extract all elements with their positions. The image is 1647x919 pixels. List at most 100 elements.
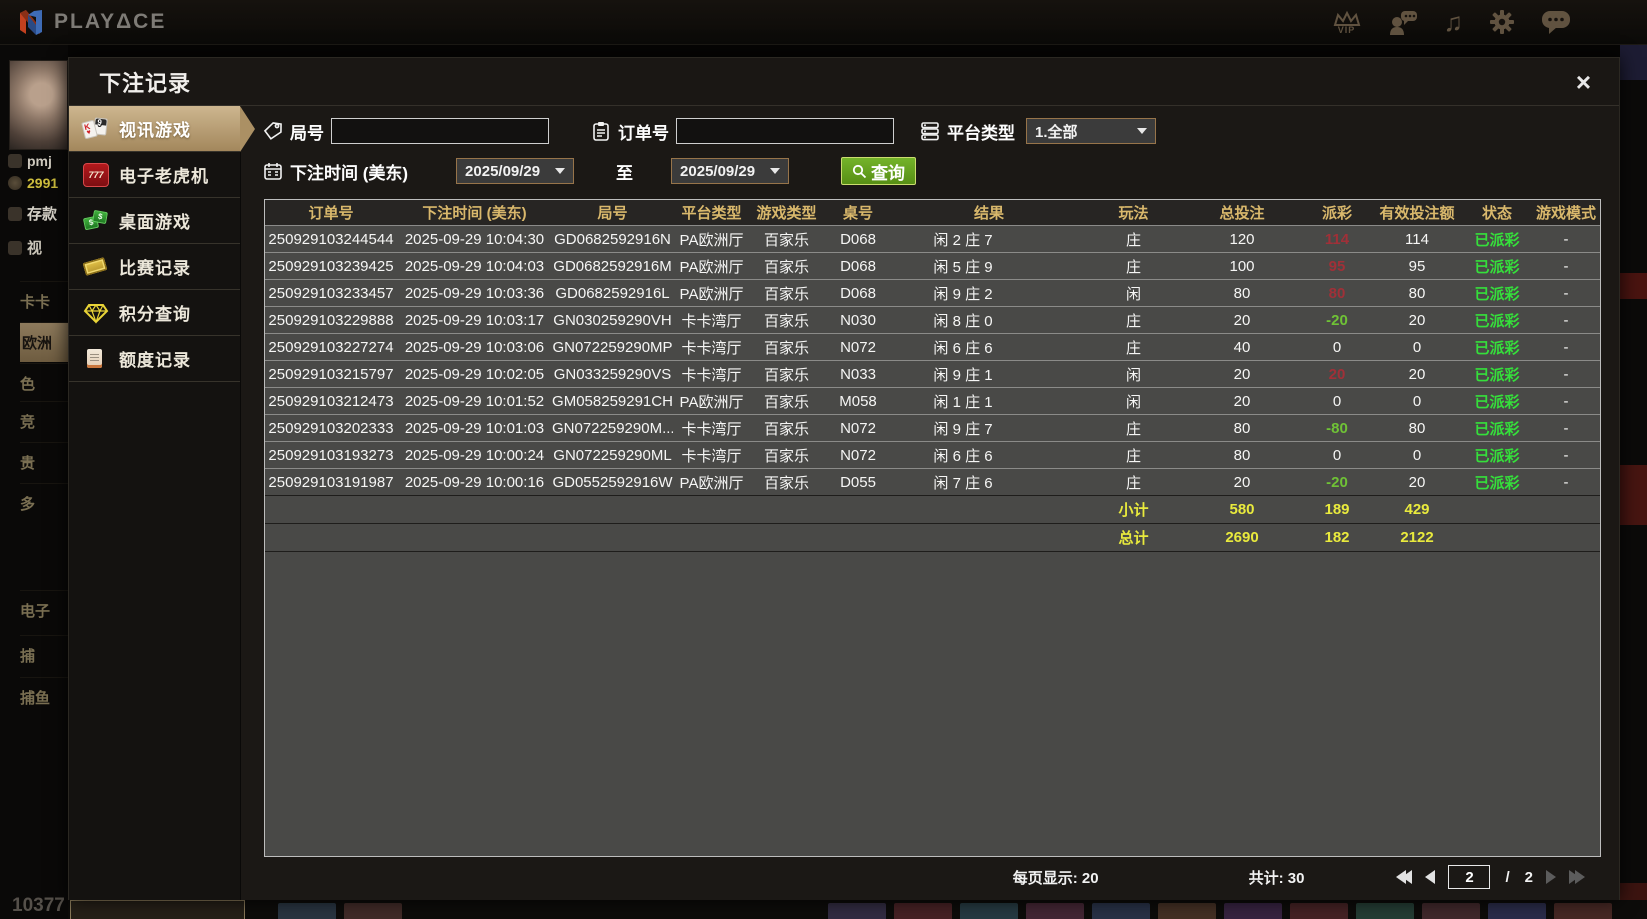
cell-order: 250929103229888 (265, 312, 397, 329)
sidebar-item-points-query[interactable]: 积分查询 (69, 290, 240, 336)
chat-bubble-icon[interactable] (1541, 9, 1571, 35)
chevron-down-icon (1137, 128, 1147, 134)
cell-order: 250929103202333 (265, 420, 397, 437)
cell-platform: 卡卡湾厅 (673, 364, 750, 385)
table-row[interactable]: 250929103233457 2025-09-29 10:03:36 GD06… (265, 279, 1600, 306)
cell-game-mode: - (1532, 366, 1600, 383)
current-page-input[interactable]: 2 (1448, 865, 1490, 889)
table-row[interactable]: 250929103191987 2025-09-29 10:00:16 GD05… (265, 468, 1600, 495)
subtotal-total-bet: 580 (1182, 501, 1302, 518)
prev-page-icon[interactable] (1425, 870, 1435, 884)
cell-payout: -20 (1302, 474, 1372, 491)
cell-game-type: 百家乐 (750, 391, 823, 412)
slot-777-icon (83, 163, 109, 187)
table-row[interactable]: 250929103229888 2025-09-29 10:03:17 GN03… (265, 306, 1600, 333)
cell-status: 已派彩 (1462, 229, 1532, 250)
col-platform: 平台类型 (673, 202, 750, 223)
cell-bet-type: 庄 (1085, 310, 1182, 331)
grand-total-row: 总计 2690 182 2122 (265, 523, 1600, 551)
close-icon[interactable]: × (1576, 69, 1591, 95)
table-row[interactable]: 250929103239425 2025-09-29 10:04:03 GD06… (265, 252, 1600, 279)
table-row[interactable]: 250929103193273 2025-09-29 10:00:24 GN07… (265, 441, 1600, 468)
round-input[interactable] (331, 118, 549, 144)
cell-table: M058 (823, 393, 893, 410)
cell-payout: 20 (1302, 366, 1372, 383)
cell-total-bet: 40 (1182, 339, 1302, 356)
total-total-bet: 2690 (1182, 529, 1302, 546)
order-input[interactable] (676, 118, 894, 144)
table-row[interactable]: 250929103212473 2025-09-29 10:01:52 GM05… (265, 387, 1600, 414)
brand-name: PLAYΔCE (54, 10, 166, 34)
table-row[interactable]: 250929103215797 2025-09-29 10:02:05 GN03… (265, 360, 1600, 387)
vip-icon[interactable]: VIP (1332, 10, 1362, 35)
video-label: 视 (27, 237, 42, 258)
cell-platform: 卡卡湾厅 (673, 418, 750, 439)
brand-logo[interactable]: PLAYΔCE (16, 7, 166, 37)
settings-gear-icon[interactable] (1489, 9, 1515, 35)
filters: 局号 订单号 (263, 112, 1599, 190)
lobby-nav-fish1: 捕 (20, 635, 68, 675)
first-page-icon[interactable] (1396, 870, 1412, 884)
table-empty-area (265, 551, 1600, 856)
cell-payout: -20 (1302, 312, 1372, 329)
cell-bet-type: 闲 (1085, 364, 1182, 385)
col-game-type: 游戏类型 (750, 202, 823, 223)
platform-select[interactable]: 1.全部 (1026, 118, 1156, 144)
table-row[interactable]: 250929103227274 2025-09-29 10:03:06 GN07… (265, 333, 1600, 360)
search-icon (852, 164, 867, 179)
sidebar-item-video-games[interactable]: 9 视讯游戏 (69, 106, 240, 152)
support-chat-icon[interactable] (1388, 9, 1418, 35)
cell-bet-type: 庄 (1085, 229, 1182, 250)
sidebar-item-table-games[interactable]: 桌面游戏 (69, 198, 240, 244)
round-label: 局号 (290, 119, 324, 144)
col-result: 结果 (893, 202, 1085, 223)
cell-payout: 95 (1302, 258, 1372, 275)
table-row[interactable]: 250929103202333 2025-09-29 10:01:03 GN07… (265, 414, 1600, 441)
modal-header: 下注记录 × (69, 58, 1619, 106)
date-from-select[interactable]: 2025/09/29 (456, 158, 574, 184)
cell-valid-bet: 95 (1372, 258, 1462, 275)
next-page-icon[interactable] (1546, 870, 1556, 884)
cell-time: 2025-09-29 10:03:17 (397, 312, 552, 329)
username: pmj (27, 153, 52, 169)
sidebar-item-match-records[interactable]: 比赛记录 (69, 244, 240, 290)
cell-result: 闲 1 庄 1 (893, 391, 1033, 412)
music-icon[interactable]: ♫ (1444, 9, 1464, 35)
col-valid-bet: 有效投注额 (1372, 202, 1462, 223)
cell-table: N030 (823, 312, 893, 329)
cell-game-mode: - (1532, 231, 1600, 248)
cell-valid-bet: 0 (1372, 339, 1462, 356)
cell-round: GD0552592916W (552, 474, 673, 491)
last-page-icon[interactable] (1569, 870, 1585, 884)
cell-status: 已派彩 (1462, 310, 1532, 331)
cell-result: 闲 2 庄 7 (893, 229, 1033, 250)
tag-icon (263, 121, 283, 141)
cell-time: 2025-09-29 10:00:16 (397, 474, 552, 491)
deposit-label: 存款 (27, 203, 57, 224)
vip-label: VIP (1338, 25, 1356, 35)
lobby-nav-fish2: 捕鱼 (20, 677, 68, 717)
query-button[interactable]: 查询 (841, 157, 916, 185)
cell-result: 闲 6 庄 6 (893, 337, 1033, 358)
lobby-bottom-number: 10377 (12, 895, 65, 917)
cell-round: GN030259290VH (552, 312, 673, 329)
cell-time: 2025-09-29 10:02:05 (397, 366, 552, 383)
subtotal-row: 小计 580 189 429 (265, 495, 1600, 523)
table-row[interactable]: 250929103244544 2025-09-29 10:04:30 GD06… (265, 225, 1600, 252)
calendar-icon (263, 161, 283, 181)
date-to-select[interactable]: 2025/09/29 (671, 158, 789, 184)
user-icon (8, 154, 22, 168)
cell-order: 250929103215797 (265, 366, 397, 383)
cell-time: 2025-09-29 10:03:36 (397, 285, 552, 302)
cell-valid-bet: 0 (1372, 393, 1462, 410)
cell-table: N033 (823, 366, 893, 383)
cell-game-mode: - (1532, 393, 1600, 410)
cell-table: N072 (823, 447, 893, 464)
avatar (9, 60, 68, 150)
cell-payout: 0 (1302, 447, 1372, 464)
platform-list-icon (920, 121, 940, 141)
sidebar-item-quota-records[interactable]: 额度记录 (69, 336, 240, 382)
deposit-icon (8, 207, 22, 221)
sidebar-item-slots[interactable]: 电子老虎机 (69, 152, 240, 198)
total-count-label: 共计: 30 (1249, 867, 1305, 888)
